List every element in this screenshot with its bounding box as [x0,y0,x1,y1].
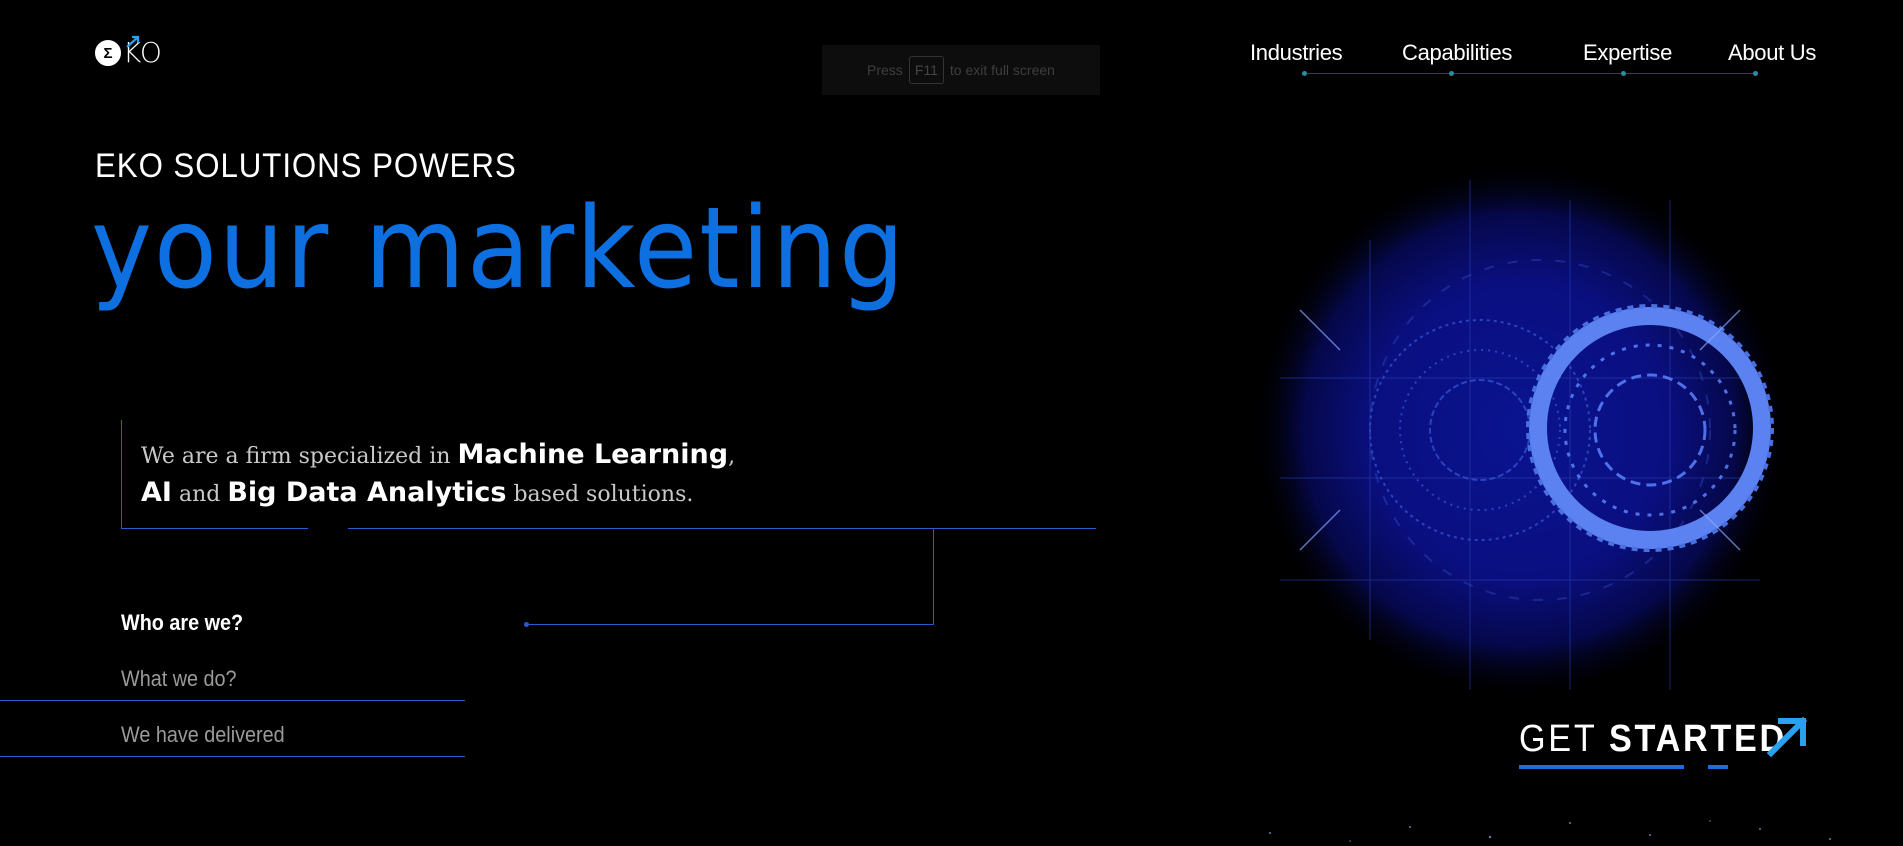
nav-about-us[interactable]: About Us [1728,40,1816,66]
intro-frame-gap [308,527,348,531]
nav-dot [1621,71,1626,76]
intro-suffix: based solutions. [506,482,694,507]
intro-text: We are a firm specialized in Machine Lea… [141,437,735,513]
connector-dot [524,622,529,627]
cta-underline [1519,765,1684,769]
side-menu-rule [0,700,465,701]
get-started-button[interactable]: GET STARTED [1519,718,1787,761]
hero-headline: your marketing [91,184,907,314]
intro-comma: , [728,444,736,469]
side-menu-we-have-delivered[interactable]: We have delivered [121,722,285,748]
cta-underline-accent [1708,765,1728,769]
side-menu-rule [0,756,465,757]
nav-industries[interactable]: Industries [1250,40,1343,66]
intro-and: and [171,482,228,507]
intro-machine-learning: Machine Learning [457,439,729,470]
connector-vertical [933,529,934,625]
nav-dot [1449,71,1454,76]
connector-horizontal [527,624,934,625]
ai-orb-illustration [1250,160,1790,700]
hero-eyebrow: EKO SOLUTIONS POWERS [95,147,517,185]
nav-dot [1302,71,1307,76]
nav-expertise[interactable]: Expertise [1583,40,1672,66]
nav-capabilities[interactable]: Capabilities [1402,40,1512,66]
top-nav: Industries Capabilities Expertise About … [0,40,1903,80]
cta-light-text: GET [1519,718,1609,760]
intro-ai: AI [141,477,172,508]
side-menu-who-are-we[interactable]: Who are we? [121,610,243,636]
arrow-up-right-icon[interactable] [1765,713,1811,759]
cta-bold-text: STARTED [1609,718,1787,760]
starfield-decoration [1269,820,1831,842]
intro-big-data-analytics: Big Data Analytics [227,477,507,508]
nav-underline [1304,73,1756,74]
intro-text-part1: We are a firm specialized in [141,444,458,469]
nav-dot [1753,71,1758,76]
side-menu-what-we-do[interactable]: What we do? [121,666,237,692]
